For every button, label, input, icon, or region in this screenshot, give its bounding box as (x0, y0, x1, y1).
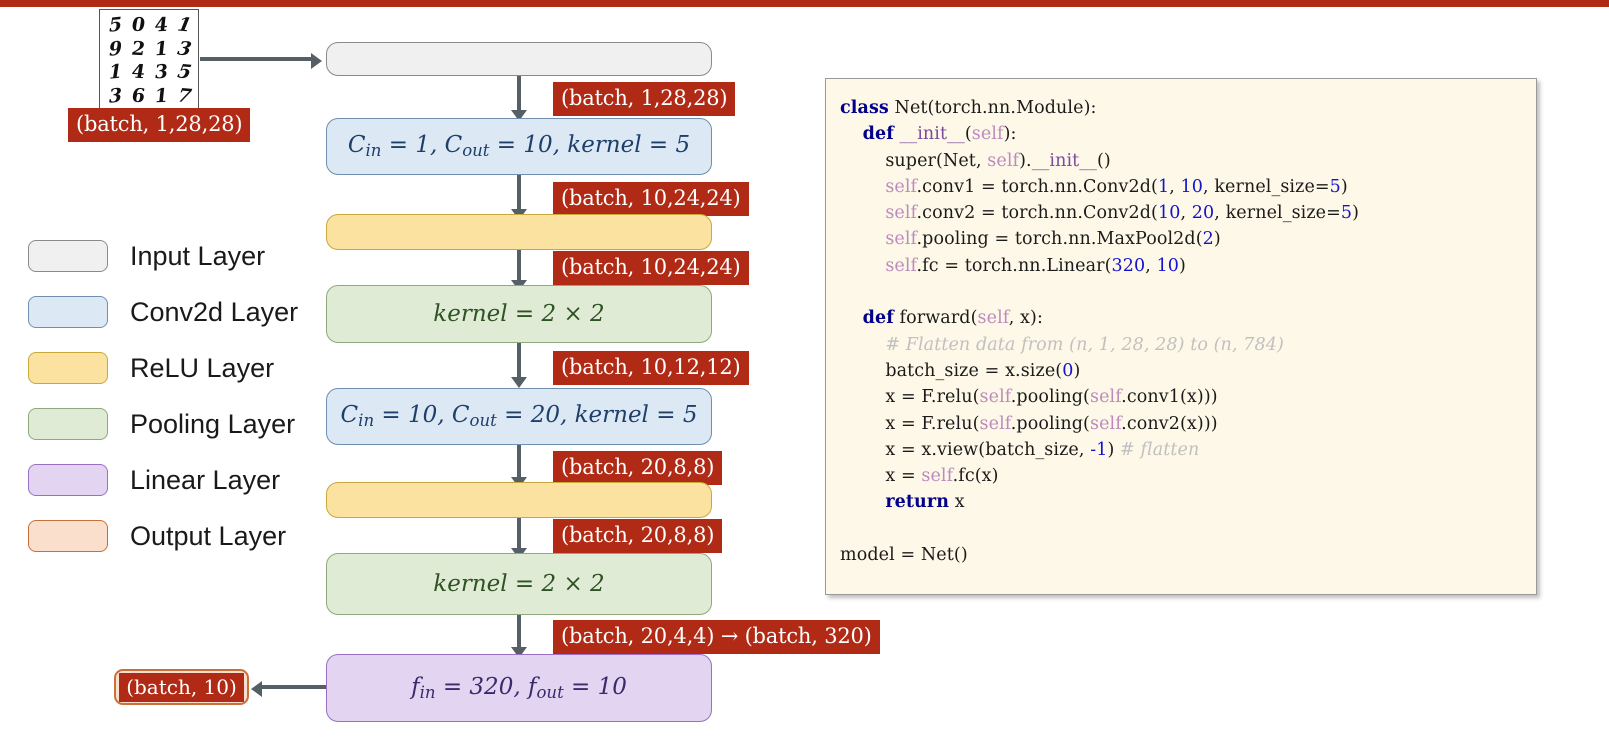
legend-label: ReLU Layer (130, 352, 275, 383)
mnist-digit: 1 (175, 13, 194, 37)
mnist-digit: 2 (131, 36, 146, 60)
legend-item-conv2d: Conv2d Layer (28, 284, 298, 340)
legend-item-relu: ReLU Layer (28, 340, 298, 396)
shape-tag-text: (batch, 10,24,24) (561, 186, 741, 210)
flow-box-linear[interactable]: fin = 320, fout = 10 (326, 654, 712, 722)
linear-label: fin = 320, fout = 10 (411, 673, 627, 703)
flow-box-input-layer[interactable] (326, 42, 712, 76)
pooling-1-label: kernel = 2 × 2 (433, 301, 605, 327)
legend-label: Conv2d Layer (130, 296, 299, 327)
legend-label: Output Layer (130, 520, 287, 551)
shape-tag-after-pool1: (batch, 10,12,12) (553, 351, 749, 385)
output-shape-chip: (batch, 10) (114, 669, 249, 705)
conv2d-2-label: Cin = 10, Cout = 20, kernel = 5 (340, 402, 698, 431)
legend-swatch-linear (28, 464, 108, 496)
flow-box-pooling-2[interactable]: kernel = 2 × 2 (326, 553, 712, 615)
shape-tag-after-relu2: (batch, 20,8,8) (553, 519, 723, 553)
top-accent-bar (0, 0, 1609, 7)
shape-tag-input-image: (batch, 1,28,28) (68, 108, 251, 142)
mnist-digit: 0 (131, 13, 146, 37)
conv2d-1-label: Cin = 1, Cout = 10, kernel = 5 (347, 132, 691, 161)
mnist-digit: 5 (108, 13, 123, 37)
shape-tag-after-relu1: (batch, 10,24,24) (553, 251, 749, 285)
mnist-grid-inner: 5 0 4 1 9 2 1 3 1 4 3 5 3 6 1 7 (100, 10, 198, 108)
legend-label: Linear Layer (130, 464, 281, 495)
flow-box-relu-1[interactable] (326, 214, 712, 250)
output-shape-text: (batch, 10) (119, 672, 244, 702)
mnist-digit: 7 (175, 83, 194, 107)
legend-swatch-output (28, 520, 108, 552)
legend: Input Layer Conv2d Layer ReLU Layer Pool… (28, 228, 298, 564)
legend-label: Pooling Layer (130, 408, 296, 439)
shape-tag-flatten: (batch, 20,4,4) → (batch, 320) (553, 620, 880, 654)
mnist-digit: 5 (175, 60, 194, 84)
shape-tag-after-input: (batch, 1,28,28) (553, 82, 736, 116)
arrow-linear-to-output (262, 685, 326, 689)
code-panel: class Net(torch.nn.Module): def __init__… (825, 78, 1537, 595)
shape-tag-text: (batch, 20,4,4) → (batch, 320) (561, 624, 872, 648)
legend-swatch-conv2d (28, 296, 108, 328)
legend-item-input: Input Layer (28, 228, 298, 284)
shape-tag-text: (batch, 1,28,28) (561, 86, 728, 110)
legend-swatch-relu (28, 352, 108, 384)
code-block: class Net(torch.nn.Module): def __init__… (840, 98, 1360, 566)
flow-box-pooling-1[interactable]: kernel = 2 × 2 (326, 285, 712, 343)
legend-swatch-input (28, 240, 108, 272)
arrow-image-to-input (200, 57, 313, 61)
shape-tag-after-conv1: (batch, 10,24,24) (553, 182, 749, 216)
shape-tag-text: (batch, 20,8,8) (561, 455, 715, 479)
pooling-2-label: kernel = 2 × 2 (433, 571, 605, 597)
mnist-digit: 3 (108, 83, 123, 107)
flow-box-relu-2[interactable] (326, 482, 712, 518)
arrow-head-linear-to-output-icon (251, 681, 262, 697)
arrow-head-image-to-input-icon (311, 53, 322, 69)
flow-box-conv2d-2[interactable]: Cin = 10, Cout = 20, kernel = 5 (326, 388, 712, 445)
shape-tag-after-conv2: (batch, 20,8,8) (553, 451, 723, 485)
legend-item-linear: Linear Layer (28, 452, 298, 508)
legend-label: Input Layer (130, 240, 266, 271)
shape-tag-text: (batch, 20,8,8) (561, 523, 715, 547)
flow-box-conv2d-1[interactable]: Cin = 1, Cout = 10, kernel = 5 (326, 118, 712, 175)
shape-tag-text: (batch, 10,12,12) (561, 355, 741, 379)
mnist-digit-grid: 5 0 4 1 9 2 1 3 1 4 3 5 3 6 1 7 (99, 9, 199, 109)
arrow-head-pool1-to-conv2-icon (511, 377, 527, 388)
mnist-digit: 3 (175, 36, 194, 60)
mnist-digit: 9 (108, 36, 123, 60)
legend-swatch-pooling (28, 408, 108, 440)
shape-tag-text: (batch, 10,24,24) (561, 255, 741, 279)
shape-tag-text: (batch, 1,28,28) (76, 112, 243, 136)
mnist-digit: 6 (131, 83, 146, 107)
legend-item-pooling: Pooling Layer (28, 396, 298, 452)
legend-item-output: Output Layer (28, 508, 298, 564)
mnist-digit: 1 (108, 60, 123, 84)
mnist-digit: 4 (131, 60, 146, 84)
